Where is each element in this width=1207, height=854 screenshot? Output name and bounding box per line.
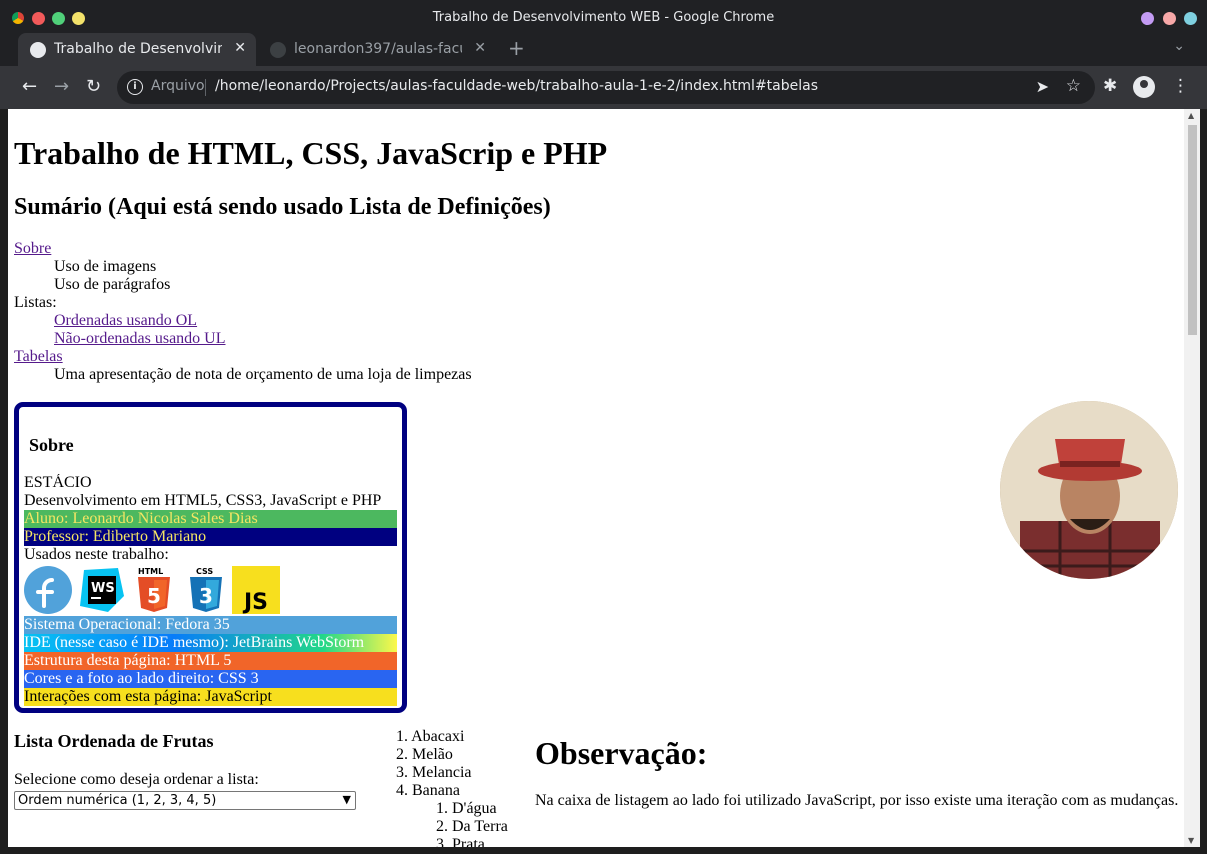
profile-avatar-icon[interactable] — [1133, 76, 1155, 98]
observation-text: Na caixa de listagem ao lado foi utiliza… — [535, 792, 1179, 809]
fruit-subitem: 2. Da Terra — [436, 818, 508, 835]
tab-close-icon[interactable]: ✕ — [474, 40, 486, 56]
new-tab-button[interactable]: + — [508, 36, 525, 60]
tool-row-css: Cores e a foto ao lado direito: CSS 3 — [24, 670, 397, 688]
fruit-subitem: 3. Prata — [436, 836, 485, 847]
tool-row-ide: IDE (nesse caso é IDE mesmo): JetBrains … — [24, 634, 397, 652]
url-text[interactable]: /home/leonardo/Projects/aulas-faculdade-… — [215, 78, 818, 94]
chrome-menu-icon[interactable]: ⋮ — [1172, 76, 1189, 96]
fedora-logo-icon — [24, 566, 72, 614]
scroll-down-icon[interactable]: ▼ — [1188, 836, 1194, 845]
github-icon — [270, 42, 286, 58]
summary-def: Uso de parágrafos — [54, 276, 171, 293]
info-icon[interactable]: i — [127, 79, 143, 95]
send-tab-icon[interactable]: ➤ — [1036, 77, 1049, 96]
scroll-up-icon[interactable]: ▲ — [1188, 111, 1194, 120]
back-button[interactable]: ← — [22, 76, 37, 97]
css3-logo-icon: CSS 3 — [190, 567, 222, 612]
order-select-label: Selecione como deseja ordenar a lista: — [14, 771, 259, 788]
summary-term-listas: Listas: — [14, 294, 57, 311]
summary-term-sobre[interactable]: Sobre — [14, 240, 472, 258]
tab-close-icon[interactable]: ✕ — [234, 40, 246, 56]
javascript-logo-text: JS — [242, 590, 268, 614]
svg-text:3: 3 — [199, 584, 213, 608]
order-select[interactable]: Ordem numérica (1, 2, 3, 4, 5) ▼ — [14, 791, 356, 810]
author-photo — [1000, 401, 1178, 579]
tool-row-os: Sistema Operacional: Fedora 35 — [24, 616, 397, 634]
summary-def: Uma apresentação de nota de orçamento de… — [54, 366, 472, 383]
used-label: Usados neste trabalho: — [24, 546, 169, 563]
reload-button[interactable]: ↻ — [86, 76, 101, 97]
scheme-label: Arquivo — [151, 78, 205, 94]
page-scrollbar[interactable]: ▲ ▼ — [1184, 109, 1200, 847]
fruit-subitem: 1. D'água — [436, 800, 497, 817]
summary-link-ol[interactable]: Ordenadas usando OL — [54, 312, 197, 329]
professor-row: Professor: Ediberto Mariano — [24, 528, 397, 546]
javascript-logo-icon: JS — [232, 566, 280, 614]
fruit-list-heading: Lista Ordenada de Frutas — [14, 731, 214, 751]
summary-link-ul[interactable]: Não-ordenadas usando UL — [54, 330, 226, 347]
tab-strip: Trabalho de Desenvolvime ✕ leonardon397/… — [0, 28, 1207, 66]
page-title: Trabalho de HTML, CSS, JavaScrip e PHP — [14, 135, 608, 171]
tool-row-html: Estrutura desta página: HTML 5 — [24, 652, 397, 670]
html5-logo-icon: HTML 5 — [138, 567, 170, 612]
right-dot-cyan — [1184, 12, 1197, 25]
tab-label: leonardon397/aulas-facul — [294, 41, 462, 57]
html5-logo-text: HTML — [138, 567, 163, 576]
observation-heading: Observação: — [535, 735, 708, 771]
fruit-item: 1. Abacaxi — [396, 728, 465, 745]
chevron-down-icon: ▼ — [342, 793, 351, 806]
browser-toolbar: ← → ↻ i Arquivo /home/leonardo/Projects/… — [0, 66, 1207, 109]
institution-text: ESTÁCIO — [24, 474, 92, 491]
summary-definition-list: Sobre Uso de imagens Uso de parágrafos L… — [14, 240, 472, 384]
sobre-heading: Sobre — [29, 435, 74, 455]
author-portrait-image — [1000, 401, 1178, 579]
right-dot-purple — [1141, 12, 1154, 25]
omnibox-separator — [205, 79, 206, 96]
tab-label: Trabalho de Desenvolvime — [54, 41, 222, 57]
tech-logos: WS HTML 5 CSS 3 JS — [24, 564, 397, 616]
summary-title: Sumário (Aqui está sendo usado Lista de … — [14, 194, 551, 220]
svg-text:5: 5 — [147, 584, 161, 608]
tab-search-chevron-icon[interactable]: ⌄ — [1173, 38, 1185, 54]
fruit-list: 1. Abacaxi 2. Melão 3. Melancia 4. Banan… — [396, 728, 508, 847]
bookmark-star-icon[interactable]: ☆ — [1066, 76, 1081, 96]
forward-button[interactable]: → — [54, 76, 69, 97]
webstorm-logo-icon: WS — [80, 568, 124, 612]
scrollbar-thumb[interactable] — [1188, 125, 1197, 335]
fruit-item: 2. Melão — [396, 746, 453, 763]
right-dot-pink — [1163, 12, 1176, 25]
extensions-puzzle-icon[interactable]: ✱ — [1103, 76, 1117, 96]
tab-github[interactable]: leonardon397/aulas-facul ✕ — [258, 33, 496, 66]
student-row: Aluno: Leonardo Nicolas Sales Dias — [24, 510, 397, 528]
summary-def: Uso de imagens — [54, 258, 157, 275]
tool-row-js: Interações com esta página: JavaScript — [24, 688, 397, 706]
summary-term-tabelas[interactable]: Tabelas — [14, 348, 472, 366]
window-title: Trabalho de Desenvolvimento WEB - Google… — [432, 10, 775, 25]
css3-logo-text: CSS — [196, 567, 213, 576]
sobre-box: Sobre ESTÁCIO Desenvolvimento em HTML5, … — [14, 402, 407, 713]
webstorm-logo-text: WS — [91, 581, 115, 596]
page-viewport: Trabalho de HTML, CSS, JavaScrip e PHP S… — [8, 109, 1200, 847]
course-text: Desenvolvimento em HTML5, CSS3, JavaScri… — [24, 492, 382, 509]
tab-active[interactable]: Trabalho de Desenvolvime ✕ — [18, 33, 256, 66]
address-bar[interactable]: i Arquivo /home/leonardo/Projects/aulas-… — [117, 71, 1095, 104]
globe-icon — [30, 42, 46, 58]
order-select-value: Ordem numérica (1, 2, 3, 4, 5) — [18, 793, 217, 808]
fruit-item: 3. Melancia — [396, 764, 472, 781]
fruit-item: 4. Banana — [396, 782, 460, 799]
